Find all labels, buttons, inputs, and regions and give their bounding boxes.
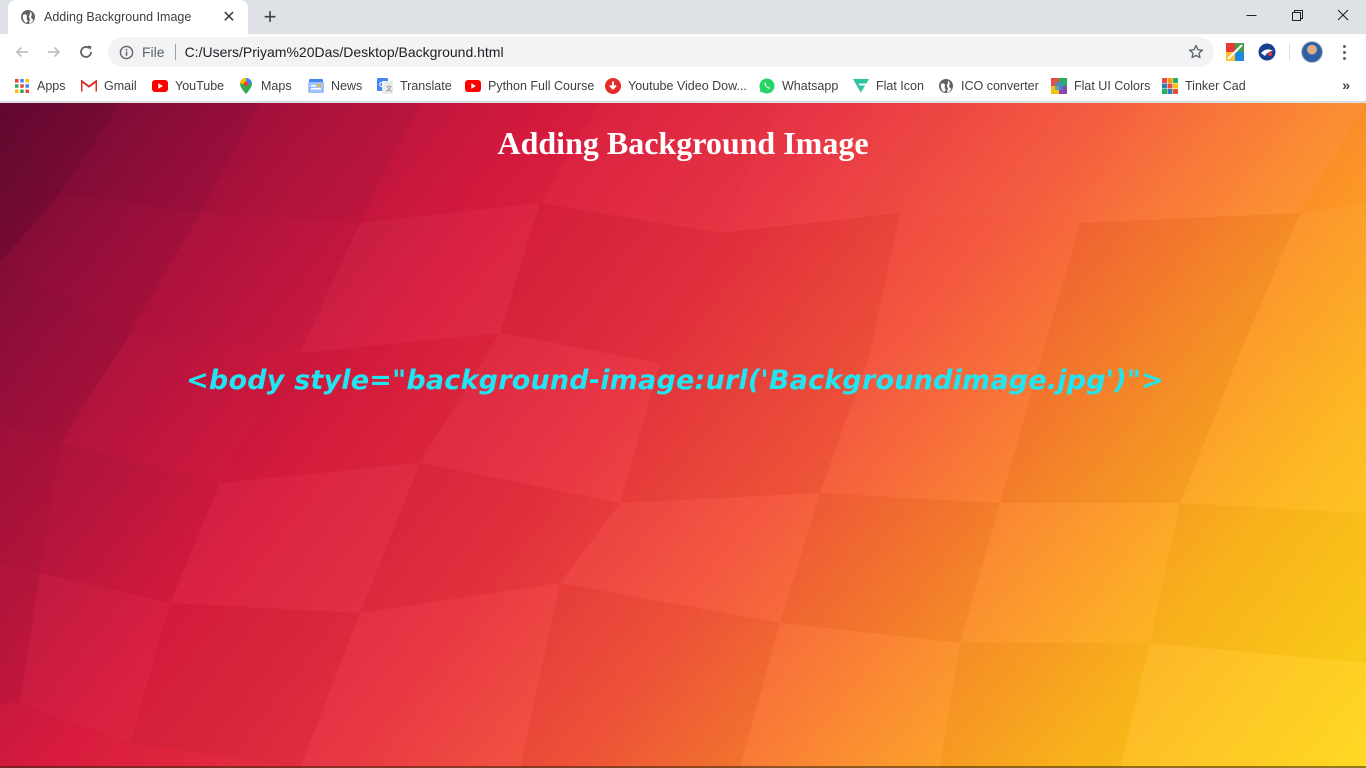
browser-tab[interactable]: Adding Background Image ✕	[8, 0, 248, 34]
tinkercad-icon	[1162, 78, 1178, 94]
bookmark-label: Maps	[261, 79, 292, 93]
reload-icon[interactable]	[72, 38, 100, 66]
bookmark-label: ICO converter	[961, 79, 1039, 93]
bookmark-gmail[interactable]: Gmail	[81, 76, 137, 96]
bookmark-youtube[interactable]: YouTube	[152, 76, 224, 96]
youtube-icon	[465, 78, 481, 94]
whatsapp-icon	[759, 78, 775, 94]
back-arrow-icon[interactable]	[8, 38, 36, 66]
url-separator	[174, 44, 176, 60]
gmail-icon	[81, 78, 97, 94]
page-heading: Adding Background Image	[497, 125, 869, 161]
bookmark-label: Youtube Video Dow...	[628, 79, 747, 93]
bookmark-star-icon[interactable]	[1188, 44, 1204, 60]
new-tab-icon[interactable]: +	[258, 4, 282, 29]
toolbar-divider	[1289, 44, 1290, 60]
bookmark-label: YouTube	[175, 79, 225, 93]
news-icon	[308, 78, 324, 94]
bookmark-tinker-cad[interactable]: Tinker Cad	[1162, 76, 1246, 96]
extension-round-icon[interactable]	[1257, 42, 1277, 62]
code-snippet-text: <body style="background-image:url('Backg…	[186, 365, 1164, 396]
svg-text:G: G	[379, 82, 385, 89]
bookmarks-bar: Apps Gmail YouTube Maps News G文 Translat…	[0, 70, 1366, 102]
bookmark-label: Flat Icon	[876, 79, 924, 93]
profile-avatar[interactable]	[1301, 41, 1323, 63]
close-tab-icon[interactable]: ✕	[220, 8, 238, 26]
page-viewport: Adding Background Image <body style="bac…	[0, 103, 1366, 768]
bookmark-label: News	[331, 79, 363, 93]
bookmark-ico-converter[interactable]: ICO converter	[938, 76, 1039, 96]
flaticon-icon	[853, 78, 869, 94]
tab-title: Adding Background Image	[44, 10, 192, 24]
bookmark-label: Translate	[400, 79, 452, 93]
bookmark-label: Whatsapp	[782, 79, 839, 93]
restore-icon[interactable]	[1274, 0, 1320, 30]
bookmark-label: Tinker Cad	[1185, 79, 1246, 93]
url-scheme-label: File	[142, 44, 165, 60]
info-icon[interactable]	[118, 44, 134, 60]
maps-pin-icon	[238, 78, 254, 94]
flat-ui-colors-icon	[1051, 78, 1067, 94]
bookmark-label: Gmail	[104, 79, 137, 93]
bookmark-maps[interactable]: Maps	[238, 76, 292, 96]
bookmark-whatsapp[interactable]: Whatsapp	[759, 76, 838, 96]
extension-colorful-icon[interactable]	[1225, 42, 1245, 62]
tab-strip: Adding Background Image ✕ +	[0, 0, 1366, 34]
bookmark-python-full-course[interactable]: Python Full Course	[465, 76, 594, 96]
address-bar[interactable]: File C:/Users/Priyam%20Das/Desktop/Backg…	[108, 37, 1214, 67]
bookmark-label: Python Full Course	[488, 79, 595, 93]
bookmark-label: Flat UI Colors	[1074, 79, 1151, 93]
youtube-icon	[152, 78, 168, 94]
translate-icon: G文	[377, 78, 393, 94]
menu-dots-icon[interactable]	[1334, 38, 1354, 66]
forward-arrow-icon[interactable]	[40, 38, 68, 66]
bookmark-flat-ui-colors[interactable]: Flat UI Colors	[1051, 76, 1150, 96]
bookmark-news[interactable]: News	[308, 76, 362, 96]
globe-icon	[20, 9, 36, 25]
bookmark-youtube-video-downloader[interactable]: Youtube Video Dow...	[605, 76, 747, 96]
bookmark-label: Apps	[37, 79, 66, 93]
bookmark-apps[interactable]: Apps	[14, 76, 66, 96]
svg-text:文: 文	[386, 85, 392, 93]
url-text[interactable]: C:/Users/Priyam%20Das/Desktop/Background…	[185, 44, 504, 60]
globe-icon	[938, 78, 954, 94]
minimize-icon[interactable]	[1228, 0, 1274, 30]
download-icon	[605, 78, 621, 94]
more-bookmarks-chevron-icon[interactable]: »	[1342, 77, 1350, 93]
apps-grid-icon	[14, 78, 30, 94]
bookmark-flat-icon[interactable]: Flat Icon	[853, 76, 924, 96]
bookmark-translate[interactable]: G文 Translate	[377, 76, 452, 96]
close-window-icon[interactable]	[1320, 0, 1366, 30]
browser-toolbar: File C:/Users/Priyam%20Das/Desktop/Backg…	[0, 34, 1366, 70]
low-poly-background-image	[0, 103, 1366, 768]
